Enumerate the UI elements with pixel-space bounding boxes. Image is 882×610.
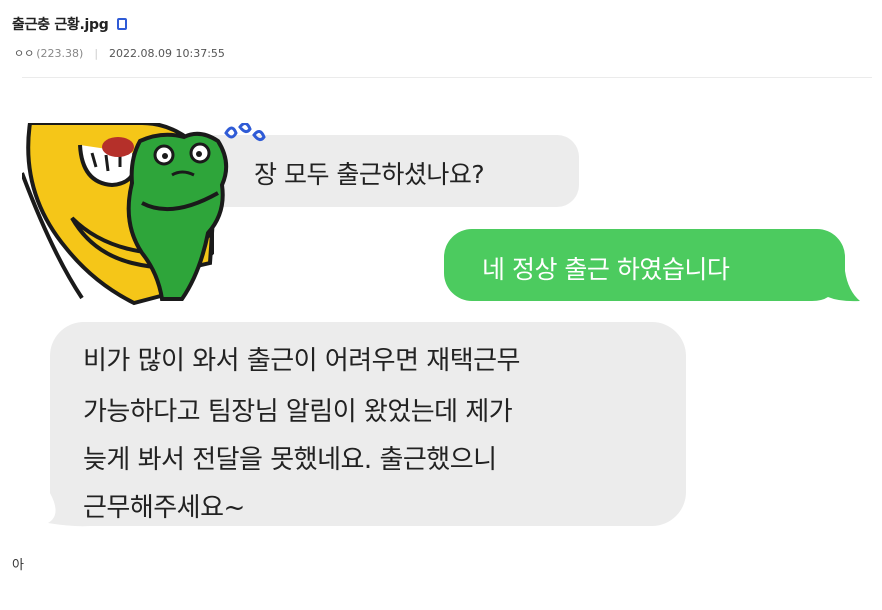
header-divider [22,77,872,78]
post-header: 출근충 근황.jpg ㅇㅇ (223.38) | 2022.08.09 10:3… [12,0,882,80]
post-title: 출근충 근황.jpg [12,17,109,33]
author-ip: (223.38) [36,46,84,60]
attached-chat-screenshot: 장 모두 출근하셨나요? 네 정상 출근 하였습니다 비가 많이 와서 출근이 … [22,123,867,528]
author-nickname[interactable]: ㅇㅇ [14,45,34,61]
chat-message-3-line: 늦게 봐서 전달을 못했네요. 출근했으니 [83,445,497,475]
title-row: 출근충 근황.jpg [12,14,128,34]
image-attachment-icon [117,18,128,30]
post-body-text: 아 [12,558,24,573]
chat-message-2: 네 정상 출근 하였습니다 [482,255,730,284]
meta-separator: | [94,46,99,60]
post-meta: ㅇㅇ (223.38) | 2022.08.09 10:37:55 [14,45,225,61]
chat-message-3-line: 비가 많이 와서 출근이 어려우면 재택근무 [83,346,520,376]
chat-message-3-line: 가능하다고 팀장님 알림이 왔었는데 제가 [83,397,513,427]
chat-message-1: 장 모두 출근하셨나요? [254,160,485,189]
post-date: 2022.08.09 10:37:55 [109,46,225,60]
chat-message-3-line: 근무해주세요~ [83,493,245,523]
